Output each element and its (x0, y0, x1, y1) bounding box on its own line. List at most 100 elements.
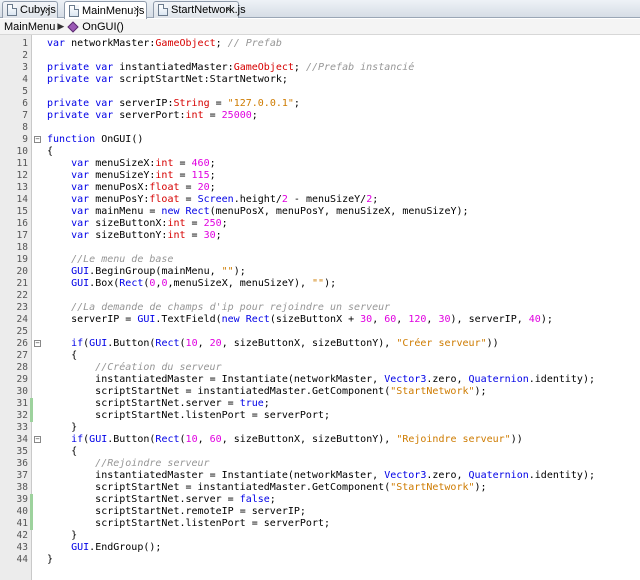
code-line[interactable]: 9− function OnGUI() (0, 134, 640, 146)
breadcrumb-item-ongui[interactable]: OnGUI() (67, 19, 124, 35)
code-text: if(GUI.Button(Rect(10, 20, sizeButtonX, … (71, 338, 499, 349)
code-text: instantiatedMaster = Instantiate(network… (95, 470, 595, 481)
line-number: 40 (16, 506, 28, 517)
line-number: 15 (16, 206, 28, 217)
close-icon[interactable]: × (223, 4, 234, 16)
line-number: 29 (16, 374, 28, 385)
code-text: var sizeButtonX:int = 250; (71, 218, 228, 229)
code-line[interactable]: 18 (0, 242, 640, 254)
code-line[interactable]: 21 GUI.Box(Rect(0,0,menuSizeX, menuSizeY… (0, 278, 640, 290)
line-number: 35 (16, 446, 28, 457)
line-number: 16 (16, 218, 28, 229)
code-line[interactable]: 42 } (0, 530, 640, 542)
code-text: } (47, 422, 78, 433)
code-line[interactable]: 24 serverIP = GUI.TextField(new Rect(siz… (0, 314, 640, 326)
change-marker (30, 398, 33, 410)
code-line[interactable]: 44} (0, 554, 640, 566)
code-line[interactable]: 28 //Création du serveur (0, 362, 640, 374)
code-line[interactable]: 37 instantiatedMaster = Instantiate(netw… (0, 470, 640, 482)
code-text: } (47, 554, 54, 565)
code-line[interactable]: 39 scriptStartNet.server = false; (0, 494, 640, 506)
code-text: GUI.EndGroup(); (71, 542, 162, 553)
line-number: 37 (16, 470, 28, 481)
code-text: var mainMenu = new Rect(menuPosX, menuPo… (71, 206, 469, 217)
code-line[interactable]: 13 var menuPosX:float = 20; (0, 182, 640, 194)
code-line[interactable]: 43 GUI.EndGroup(); (0, 542, 640, 554)
line-number: 21 (16, 278, 28, 289)
code-line[interactable]: 19 //Le menu de base (0, 254, 640, 266)
js-file-icon (69, 4, 79, 17)
code-line[interactable]: 2 (0, 50, 640, 62)
code-line[interactable]: 4 private var scriptStartNet:StartNetwork… (0, 74, 640, 86)
line-number: 44 (16, 554, 28, 565)
code-text: private var scriptStartNet:StartNetwork; (47, 74, 288, 85)
code-line[interactable]: 41 scriptStartNet.listenPort = serverPor… (0, 518, 640, 530)
change-marker (30, 410, 33, 422)
code-text: GUI.BeginGroup(mainMenu, ""); (71, 266, 246, 277)
code-text: private var serverIP:String = "127.0.0.1… (47, 98, 300, 109)
code-line[interactable]: 23 //La demande de champs d'ip pour rejo… (0, 302, 640, 314)
line-number: 27 (16, 350, 28, 361)
code-line[interactable]: 22 (0, 290, 640, 302)
code-text: private var instantiatedMaster:GameObjec… (47, 62, 415, 73)
code-line[interactable]: 7 private var serverPort:int = 25000; (0, 110, 640, 122)
line-number: 1 (22, 38, 28, 49)
fold-toggle-icon[interactable]: − (34, 136, 41, 143)
code-text: GUI.Box(Rect(0,0,menuSizeX, menuSizeY), … (71, 278, 337, 289)
code-line[interactable]: 14 var menuPosY:float = Screen.height/2 … (0, 194, 640, 206)
js-file-icon (158, 4, 168, 16)
tab-mainmenu-js[interactable]: MainMenu.js × (64, 1, 147, 19)
code-text: var sizeButtonY:int = 30; (71, 230, 222, 241)
code-line[interactable]: 26− if(GUI.Button(Rect(10, 20, sizeButto… (0, 338, 640, 350)
code-line[interactable]: 5 (0, 86, 640, 98)
code-line[interactable]: 33 } (0, 422, 640, 434)
code-line[interactable]: 34− if(GUI.Button(Rect(10, 60, sizeButto… (0, 434, 640, 446)
breadcrumb-item-mainmenu[interactable]: MainMenu ▶ (0, 19, 69, 35)
code-line[interactable]: 3 private var instantiatedMaster:GameObje… (0, 62, 640, 74)
code-line[interactable]: 16 var sizeButtonX:int = 250; (0, 218, 640, 230)
line-number: 4 (22, 74, 28, 85)
code-line[interactable]: 29 instantiatedMaster = Instantiate(netw… (0, 374, 640, 386)
code-line[interactable]: 17 var sizeButtonY:int = 30; (0, 230, 640, 242)
line-number: 20 (16, 266, 28, 277)
line-number: 3 (22, 62, 28, 73)
code-line[interactable]: 36 //Rejoindre serveur (0, 458, 640, 470)
breadcrumb-label: MainMenu (4, 20, 56, 33)
line-number: 32 (16, 410, 28, 421)
code-text: } (47, 530, 78, 541)
line-number: 18 (16, 242, 28, 253)
code-text: if(GUI.Button(Rect(10, 60, sizeButtonX, … (71, 434, 523, 445)
code-line[interactable]: 15 var mainMenu = new Rect(menuPosX, men… (0, 206, 640, 218)
code-line[interactable]: 10 { (0, 146, 640, 158)
line-number: 2 (22, 50, 28, 61)
line-number: 26 (16, 338, 28, 349)
method-icon (67, 20, 79, 33)
fold-toggle-icon[interactable]: − (34, 340, 41, 347)
code-line[interactable]: 1 var networkMaster:GameObject; // Prefab (0, 38, 640, 50)
close-icon[interactable]: × (42, 4, 53, 16)
code-line[interactable]: 25 (0, 326, 640, 338)
code-line[interactable]: 12 var menuSizeY:int = 115; (0, 170, 640, 182)
code-line[interactable]: 32 scriptStartNet.listenPort = serverPor… (0, 410, 640, 422)
close-icon[interactable]: × (131, 4, 142, 16)
line-number: 25 (16, 326, 28, 337)
code-line[interactable]: 20 GUI.BeginGroup(mainMenu, ""); (0, 266, 640, 278)
code-text: { (47, 146, 54, 157)
code-line[interactable]: 35 { (0, 446, 640, 458)
code-line[interactable]: 8 (0, 122, 640, 134)
code-line[interactable]: 27 { (0, 350, 640, 362)
code-line[interactable]: 30 scriptStartNet = instantiatedMaster.G… (0, 386, 640, 398)
code-line[interactable]: 40 scriptStartNet.remoteIP = serverIP; (0, 506, 640, 518)
code-line[interactable]: 11 var menuSizeX:int = 460; (0, 158, 640, 170)
fold-toggle-icon[interactable]: − (34, 436, 41, 443)
code-editor[interactable]: 1 var networkMaster:GameObject; // Prefab… (0, 35, 640, 580)
tab-startnetwork-js[interactable]: StartNetwork.js × (153, 1, 246, 18)
code-line[interactable]: 31 scriptStartNet.server = true; (0, 398, 640, 410)
code-line[interactable]: 6 private var serverIP:String = "127.0.0.… (0, 98, 640, 110)
code-line[interactable]: 38 scriptStartNet = instantiatedMaster.G… (0, 482, 640, 494)
line-number: 39 (16, 494, 28, 505)
tab-cuby-js[interactable]: Cuby.js × (2, 1, 58, 18)
editor-tab-bar: Cuby.js × MainMenu.js × StartNetwork.js … (0, 0, 640, 19)
chevron-right-icon[interactable]: ▶ (57, 21, 64, 32)
line-number: 19 (16, 254, 28, 265)
